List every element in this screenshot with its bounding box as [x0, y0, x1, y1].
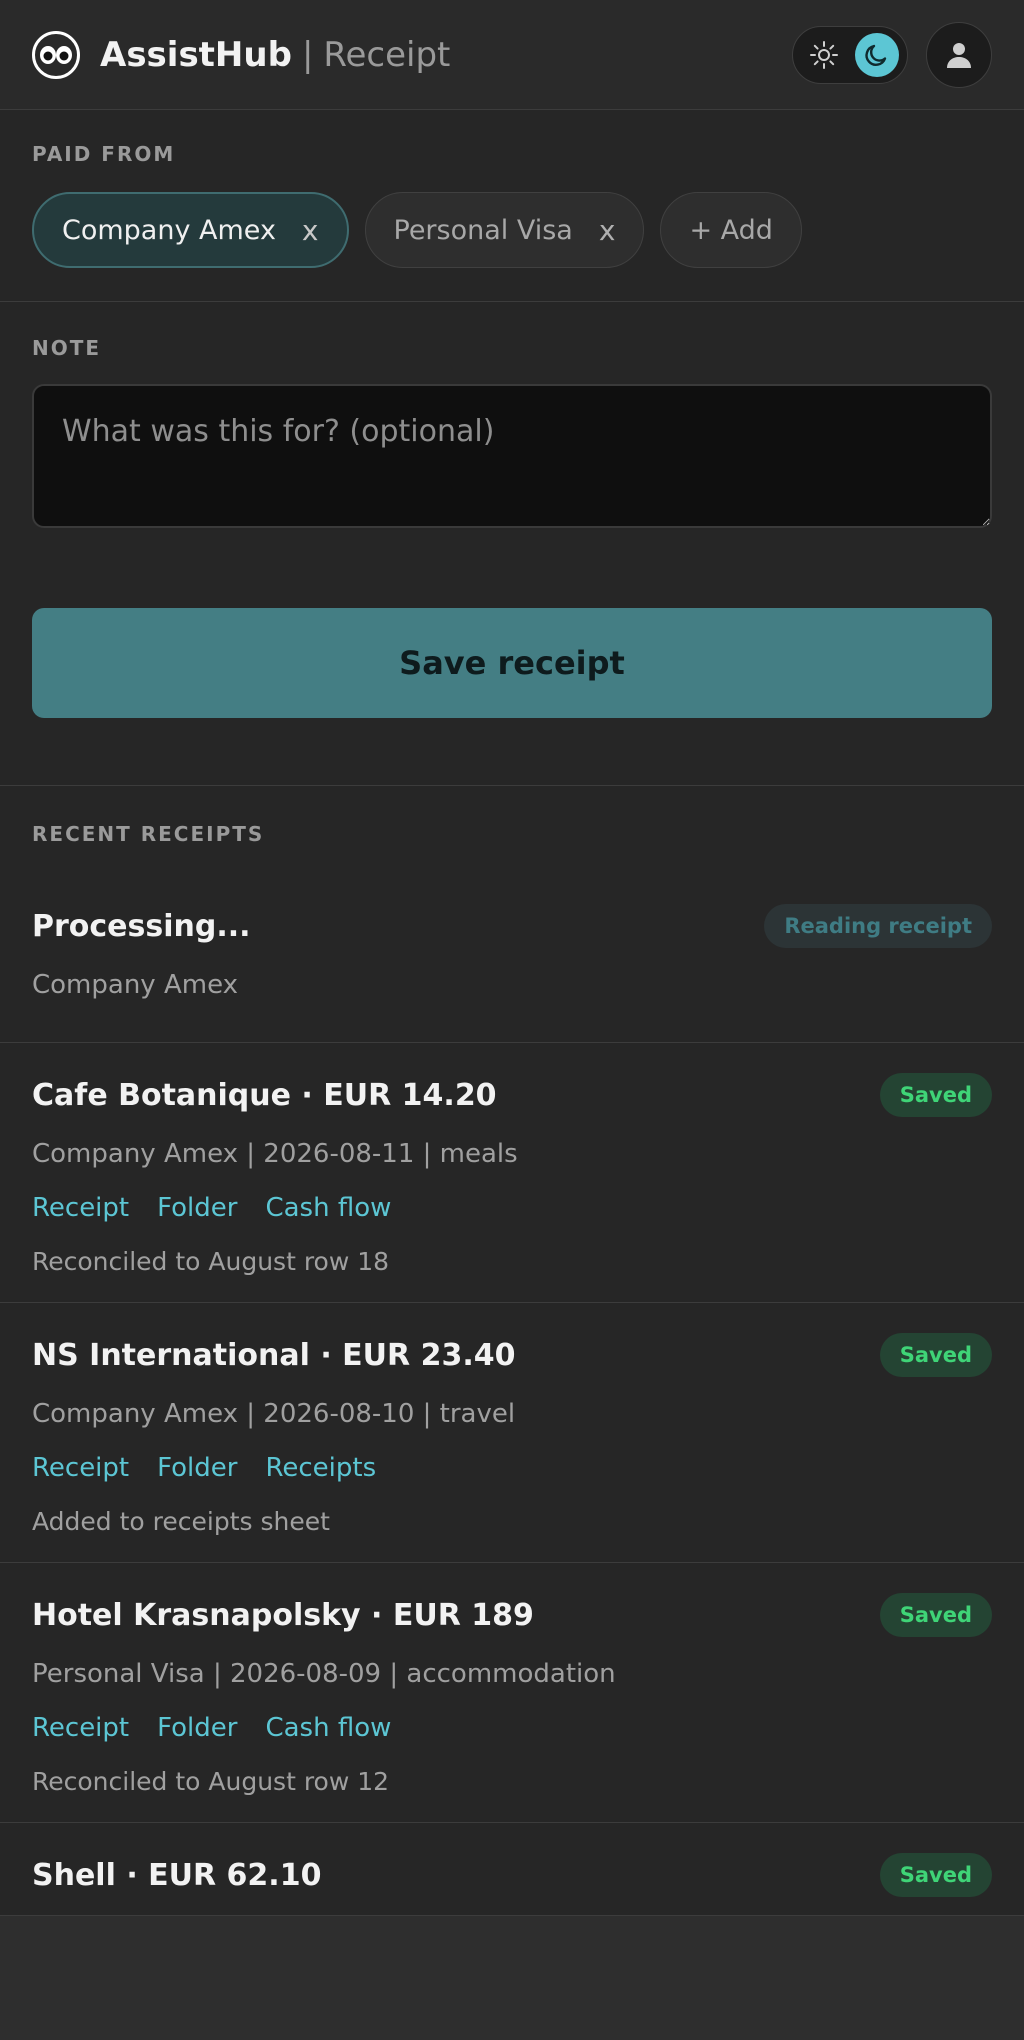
processing-title: Processing... — [32, 908, 251, 944]
receipt-title: Shell · EUR 62.10 — [32, 1857, 322, 1893]
receipt-item: NS International · EUR 23.40 Saved Compa… — [0, 1303, 1024, 1563]
sun-icon[interactable] — [807, 38, 841, 72]
receipt-links: Receipt Folder Receipts — [32, 1453, 992, 1483]
receipt-meta: Company Amex | 2026-08-11 | meals — [32, 1139, 518, 1169]
receipt-title: NS International · EUR 23.40 — [32, 1337, 516, 1373]
folder-link[interactable]: Folder — [157, 1453, 237, 1483]
save-receipt-button[interactable]: Save receipt — [32, 608, 992, 718]
note-label: NOTE — [32, 336, 102, 360]
app-name: AssistHub — [100, 34, 292, 75]
receipts-sheet-link[interactable]: Receipts — [265, 1453, 376, 1483]
receipt-item: Cafe Botanique · EUR 14.20 Saved Company… — [0, 1043, 1024, 1303]
status-badge: Saved — [879, 1333, 992, 1377]
receipt-link[interactable]: Receipt — [32, 1193, 129, 1223]
user-icon[interactable] — [926, 21, 992, 88]
note-section: NOTE Save receipt — [0, 302, 1024, 786]
receipt-title: Cafe Botanique · EUR 14.20 — [32, 1077, 497, 1113]
receipt-item: Shell · EUR 62.10 Saved — [0, 1823, 1024, 1916]
note-input[interactable] — [32, 384, 992, 528]
receipt-status: Reconciled to August row 18 — [32, 1247, 390, 1276]
theme-toggle[interactable] — [792, 25, 908, 84]
receipt-meta: Personal Visa | 2026-08-09 | accommodati… — [32, 1659, 616, 1689]
page-title: Receipt — [323, 34, 451, 75]
receipt-item: Hotel Krasnapolsky · EUR 189 Saved Perso… — [0, 1563, 1024, 1823]
status-badge: Saved — [879, 1593, 992, 1637]
receipt-status: Reconciled to August row 12 — [32, 1767, 390, 1796]
chip-personal-visa[interactable]: Personal Visa x — [364, 192, 645, 268]
cash-flow-link[interactable]: Cash flow — [265, 1193, 391, 1223]
status-badge: Saved — [879, 1853, 992, 1897]
receipt-links: Receipt Folder Cash flow — [32, 1713, 992, 1743]
remove-chip-button[interactable]: x — [599, 214, 616, 247]
chip-label: Company Amex — [62, 214, 276, 246]
receipt-meta: Company Amex | 2026-08-10 | travel — [32, 1399, 516, 1429]
eyes-logo-icon — [32, 30, 80, 79]
processing-subtitle: Company Amex — [32, 970, 238, 1000]
receipt-title: Hotel Krasnapolsky · EUR 189 — [32, 1597, 534, 1633]
cash-flow-link[interactable]: Cash flow — [265, 1713, 391, 1743]
receipt-link[interactable]: Receipt — [32, 1713, 129, 1743]
processing-row: Processing... Reading receipt — [32, 904, 992, 948]
title-separator: | — [301, 34, 314, 75]
add-payment-button[interactable]: + Add — [660, 192, 802, 268]
paid-from-label: PAID FROM — [32, 142, 176, 166]
receipt-link[interactable]: Receipt — [32, 1453, 129, 1483]
recent-receipts-label: RECENT RECEIPTS — [32, 822, 265, 846]
chip-label: Personal Visa — [393, 214, 573, 246]
paid-from-section: PAID FROM Company Amex x Personal Visa x… — [0, 110, 1024, 302]
remove-chip-button[interactable]: x — [302, 214, 319, 247]
receipt-links: Receipt Folder Cash flow — [32, 1193, 992, 1223]
moon-icon[interactable] — [855, 32, 899, 77]
chip-company-amex[interactable]: Company Amex x — [32, 192, 349, 268]
folder-link[interactable]: Folder — [157, 1713, 237, 1743]
app-header: AssistHub | Receipt — [0, 0, 1024, 110]
folder-link[interactable]: Folder — [157, 1193, 237, 1223]
receipt-status: Added to receipts sheet — [32, 1507, 330, 1536]
payment-chips: Company Amex x Personal Visa x + Add — [32, 192, 992, 268]
status-badge: Saved — [879, 1073, 992, 1117]
status-badge: Reading receipt — [764, 904, 992, 948]
recent-receipts-section: RECENT RECEIPTS Processing... Reading re… — [0, 786, 1024, 1043]
